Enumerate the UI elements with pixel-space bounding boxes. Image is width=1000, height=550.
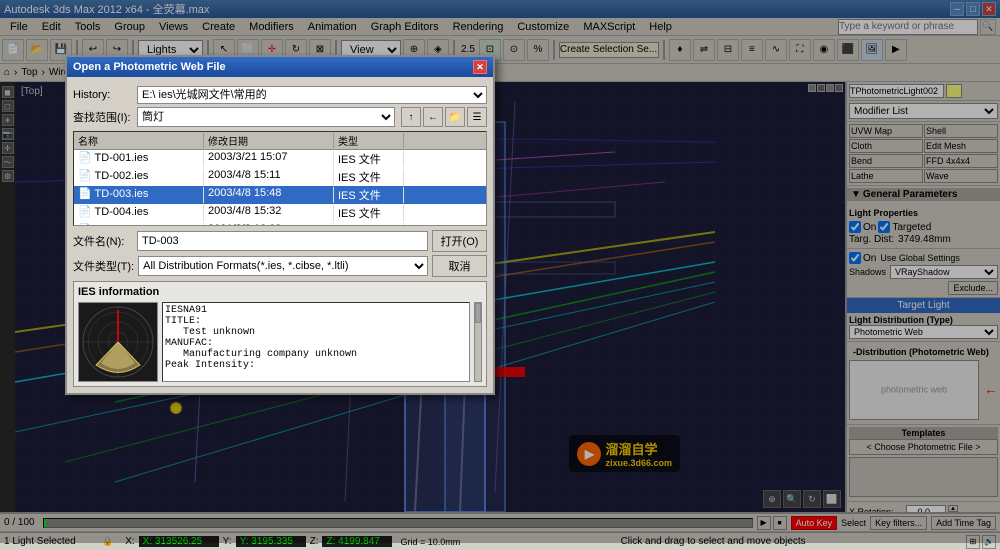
dialog-close-btn[interactable]: ✕	[473, 60, 487, 74]
ies-scrollbar[interactable]	[474, 302, 482, 382]
file-list-header: 名称 修改日期 类型	[74, 132, 486, 150]
open-action-btn[interactable]: 打开(O)	[432, 230, 487, 252]
file-row-3[interactable]: 📄 TD-003.ies 2003/4/8 15:48 IES 文件	[74, 186, 486, 204]
history-dropdown[interactable]: E:\ ies\光城网文件\常用的	[137, 86, 487, 104]
scrollbar-thumb[interactable]	[475, 303, 481, 323]
filename-label: 文件名(N):	[73, 233, 133, 249]
filename-row: 文件名(N): 打开(O)	[73, 230, 487, 252]
history-row: History: E:\ ies\光城网文件\常用的	[73, 86, 487, 104]
browse-row: 查找范围(I): 筒灯 ↑ ← 📁 ☰	[73, 107, 487, 127]
ies-info-text: IESNA91 TITLE: Test unknown MANUFAC: Man…	[165, 305, 467, 371]
dialog-title-bar: Open a Photometric Web File ✕	[67, 57, 493, 77]
ies-content: IESNA91 TITLE: Test unknown MANUFAC: Man…	[78, 302, 482, 382]
ies-info-box[interactable]: IESNA91 TITLE: Test unknown MANUFAC: Man…	[162, 302, 470, 382]
browse-new-folder-btn[interactable]: 📁	[445, 107, 465, 127]
browse-path-dropdown[interactable]: 筒灯	[137, 107, 395, 127]
dialog-body: History: E:\ ies\光城网文件\常用的 查找范围(I): 筒灯 ↑…	[67, 77, 493, 393]
browse-toolbar: ↑ ← 📁 ☰	[401, 107, 487, 127]
filetype-row: 文件类型(T): All Distribution Formats(*.ies,…	[73, 255, 487, 277]
file-row-1[interactable]: 📄 TD-001.ies 2003/3/21 15:07 IES 文件	[74, 150, 486, 168]
ies-section-title: IES information	[78, 286, 482, 298]
browse-view-btn[interactable]: ☰	[467, 107, 487, 127]
cancel-action-btn[interactable]: 取消	[432, 255, 487, 277]
browse-back-btn[interactable]: ←	[423, 107, 443, 127]
file-row-5[interactable]: 📄 TD-005.IES 2001/3/3 16:09 IES 文件	[74, 222, 486, 226]
browse-up-btn[interactable]: ↑	[401, 107, 421, 127]
file-row-2[interactable]: 📄 TD-002.ies 2003/4/8 15:11 IES 文件	[74, 168, 486, 186]
col-type[interactable]: 类型	[334, 133, 404, 148]
filename-input[interactable]	[137, 231, 428, 251]
ies-section: IES information	[73, 281, 487, 387]
file-list[interactable]: 名称 修改日期 类型 📄 TD-001.ies 2003/3/21 15:07 …	[73, 131, 487, 226]
ies-preview	[78, 302, 158, 382]
file-row-4[interactable]: 📄 TD-004.ies 2003/4/8 15:32 IES 文件	[74, 204, 486, 222]
modal-overlay: Open a Photometric Web File ✕ History: E…	[0, 0, 1000, 543]
col-date[interactable]: 修改日期	[204, 133, 334, 148]
col-name[interactable]: 名称	[74, 133, 204, 148]
browse-label: 查找范围(I):	[73, 109, 133, 125]
filetype-dropdown[interactable]: All Distribution Formats(*.ies, *.cibse,…	[138, 256, 428, 276]
filetype-label: 文件类型(T):	[73, 258, 134, 274]
dialog-title: Open a Photometric Web File	[73, 61, 226, 73]
open-photometric-dialog: Open a Photometric Web File ✕ History: E…	[65, 55, 495, 395]
history-label: History:	[73, 89, 133, 101]
